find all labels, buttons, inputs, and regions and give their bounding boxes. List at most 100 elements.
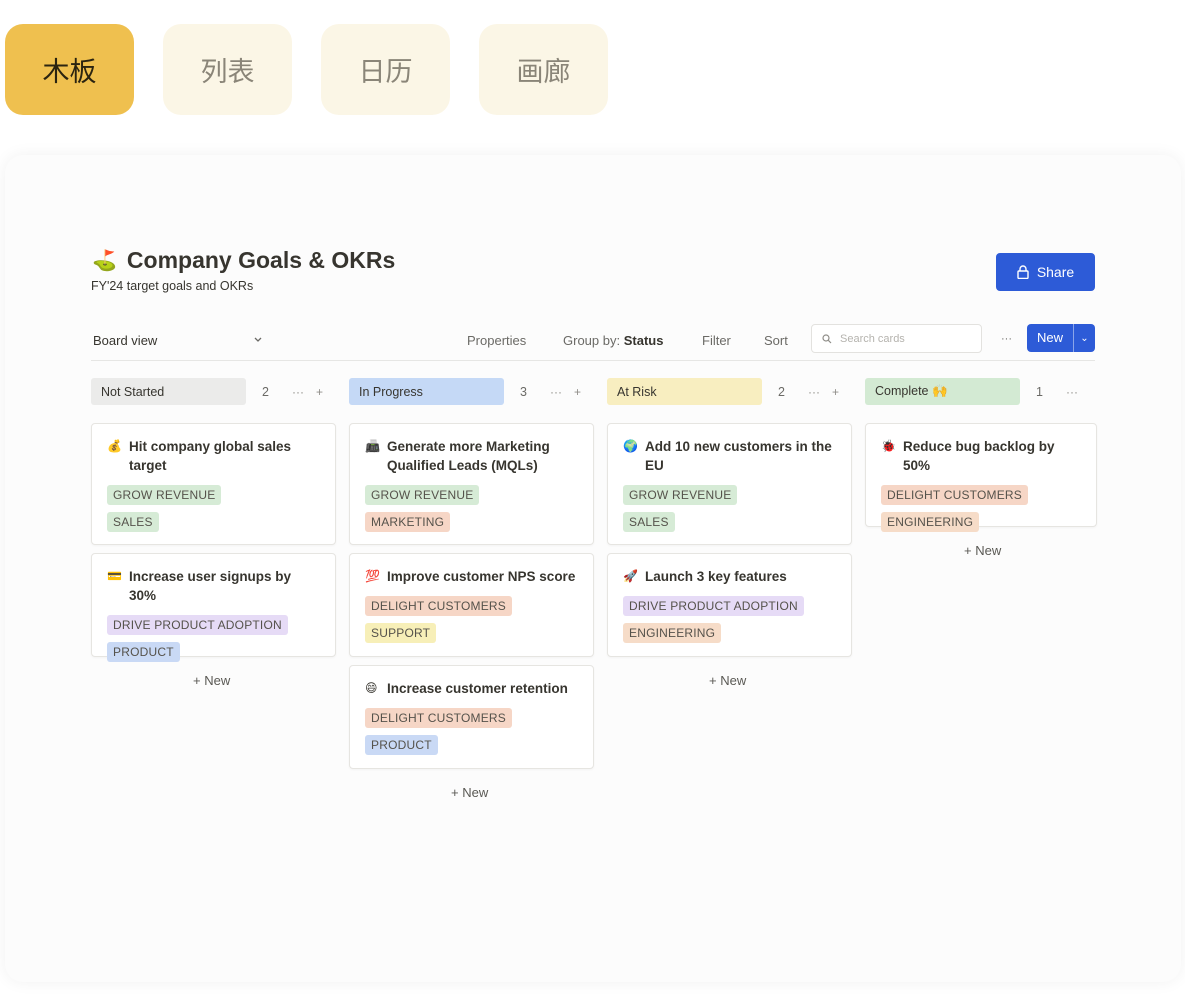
new-label: New <box>1027 324 1074 352</box>
okr-card[interactable]: 💯 Improve customer NPS score DELIGHT CUSTO… <box>349 553 594 657</box>
card-title-text: Increase customer retention <box>387 681 568 696</box>
tag-badge: ENGINEERING <box>623 623 722 643</box>
card-title-text: Generate more Marketing Qualified Leads … <box>387 439 550 473</box>
share-label: Share <box>1036 264 1075 280</box>
card-title: 📠 Generate more Marketing Qualified Leads… <box>365 437 578 475</box>
tag-row: SALES <box>623 512 836 539</box>
view-tabs: 木板 列表 日历 画廊 <box>5 24 608 115</box>
tag-row: PRODUCT <box>107 642 320 669</box>
card-count: 2 <box>778 384 785 399</box>
tag-badge: MARKETING <box>365 512 451 532</box>
search-input[interactable]: Search cards <box>811 324 982 353</box>
add-new-card-link[interactable]: + New <box>193 673 230 688</box>
view-selector[interactable]: Board view <box>93 333 157 348</box>
card-count: 3 <box>520 384 527 399</box>
okr-card[interactable]: 📠 Generate more Marketing Qualified Leads… <box>349 423 594 545</box>
share-button[interactable]: Share <box>996 253 1095 291</box>
board-toolbar: Board view Properties Group by: Status F… <box>91 323 1095 361</box>
card-emoji-icon: 💯 <box>365 569 380 583</box>
tab-list[interactable]: 列表 <box>163 24 292 115</box>
group-by-label: Group by: <box>563 333 621 348</box>
add-new-card-link[interactable]: + New <box>709 673 746 688</box>
column-actions: ··· + <box>292 385 323 399</box>
board-panel: ⛳ Company Goals & OKRs FY'24 target goal… <box>5 155 1181 982</box>
chevron-down-icon[interactable] <box>254 337 262 343</box>
tag-badge: DELIGHT CUSTOMERS <box>365 596 512 616</box>
card-emoji-icon: 💰 <box>107 439 122 453</box>
column-header: At Risk 2 ··· + <box>607 378 839 405</box>
card-title: 🚀 Launch 3 key features <box>623 567 836 586</box>
tag-badge: PRODUCT <box>107 642 180 662</box>
tag-badge: ENGINEERING <box>881 512 980 532</box>
plus-icon[interactable]: + <box>574 385 581 399</box>
plus-icon[interactable]: + <box>832 385 839 399</box>
status-pill[interactable]: In Progress <box>349 378 504 405</box>
column-header: Not Started 2 ··· + <box>91 378 323 405</box>
card-title: 💯 Improve customer NPS score <box>365 567 578 586</box>
tag-row: DRIVE PRODUCT ADOPTION <box>107 615 320 642</box>
tag-badge: DELIGHT CUSTOMERS <box>365 708 512 728</box>
tag-row: DELIGHT CUSTOMERS <box>365 708 578 735</box>
status-pill[interactable]: At Risk <box>607 378 762 405</box>
plus-icon[interactable]: + <box>316 385 323 399</box>
tag-badge: PRODUCT <box>365 735 438 755</box>
more-icon[interactable]: ··· <box>550 385 562 399</box>
more-icon[interactable]: ··· <box>1066 385 1078 399</box>
tag-row: DELIGHT CUSTOMERS <box>365 596 578 623</box>
tab-board[interactable]: 木板 <box>5 24 134 115</box>
card-emoji-icon: 📠 <box>365 439 380 453</box>
okr-card[interactable]: 💰 Hit company global sales target GROW REV… <box>91 423 336 545</box>
card-count: 2 <box>262 384 269 399</box>
search-icon <box>822 333 832 343</box>
card-title-text: Increase user signups by 30% <box>129 569 292 603</box>
card-emoji-icon: 💳 <box>107 569 122 583</box>
card-title: 😄 Increase customer retention <box>365 679 578 698</box>
card-count: 1 <box>1036 384 1043 399</box>
new-card-button[interactable]: New ⌄ <box>1027 324 1095 352</box>
okr-card[interactable]: 😄 Increase customer retention DELIGHT CUST… <box>349 665 594 769</box>
card-emoji-icon: 🚀 <box>623 569 638 583</box>
okr-card[interactable]: 💳 Increase user signups by 30% DRIVE PRODU… <box>91 553 336 662</box>
sort-button[interactable]: Sort <box>764 333 788 348</box>
tag-row: SALES <box>107 512 320 539</box>
status-pill[interactable]: Complete 🙌 <box>865 378 1020 405</box>
chevron-down-icon[interactable]: ⌄ <box>1074 333 1095 344</box>
tag-row: GROW REVENUE <box>107 485 320 512</box>
more-icon[interactable]: ··· <box>292 385 304 399</box>
card-title: 🌍 Add 10 new customers in the EU <box>623 437 836 475</box>
card-title-text: Launch 3 key features <box>645 569 787 584</box>
tag-badge: GROW REVENUE <box>623 485 738 505</box>
tab-calendar[interactable]: 日历 <box>321 24 450 115</box>
column-actions: ··· <box>1066 385 1078 399</box>
tag-badge: DRIVE PRODUCT ADOPTION <box>623 596 804 616</box>
filter-button[interactable]: Filter <box>702 333 731 348</box>
card-emoji-icon: 🐞 <box>881 439 896 453</box>
page-subtitle: FY'24 target goals and OKRs <box>91 279 254 293</box>
okr-card[interactable]: 🚀 Launch 3 key features DRIVE PRODUCT ADOP… <box>607 553 852 657</box>
okr-card[interactable]: 🐞 Reduce bug backlog by 50% DELIGHT CUSTOM… <box>865 423 1097 532</box>
column-header: Complete 🙌 1 ··· <box>865 378 1078 405</box>
card-emoji-icon: 😄 <box>365 681 378 695</box>
add-new-card-link[interactable]: + New <box>964 543 1001 558</box>
okr-card[interactable]: 🌍 Add 10 new customers in the EU GROW REVE… <box>607 423 852 545</box>
status-pill[interactable]: Not Started <box>91 378 246 405</box>
tag-badge: GROW REVENUE <box>107 485 222 505</box>
more-icon[interactable]: ··· <box>808 385 820 399</box>
card-title-text: Add 10 new customers in the EU <box>645 439 832 473</box>
properties-button[interactable]: Properties <box>467 333 526 348</box>
group-by-value: Status <box>623 333 664 348</box>
lock-icon <box>1017 265 1029 279</box>
tag-row: DRIVE PRODUCT ADOPTION <box>623 596 836 623</box>
tag-badge: SUPPORT <box>365 623 437 643</box>
tag-row: ENGINEERING <box>881 512 1081 539</box>
tag-row: GROW REVENUE <box>365 485 578 512</box>
card-title-text: Hit company global sales target <box>129 439 292 473</box>
tab-gallery[interactable]: 画廊 <box>479 24 608 115</box>
add-new-card-link[interactable]: + New <box>451 785 488 800</box>
tag-badge: GROW REVENUE <box>365 485 480 505</box>
tag-badge: DRIVE PRODUCT ADOPTION <box>107 615 288 635</box>
tag-badge: DELIGHT CUSTOMERS <box>881 485 1028 505</box>
more-options-button[interactable]: ··· <box>1001 333 1012 345</box>
group-by-button[interactable]: Group by: Status <box>563 333 663 348</box>
tag-row: MARKETING <box>365 512 578 539</box>
